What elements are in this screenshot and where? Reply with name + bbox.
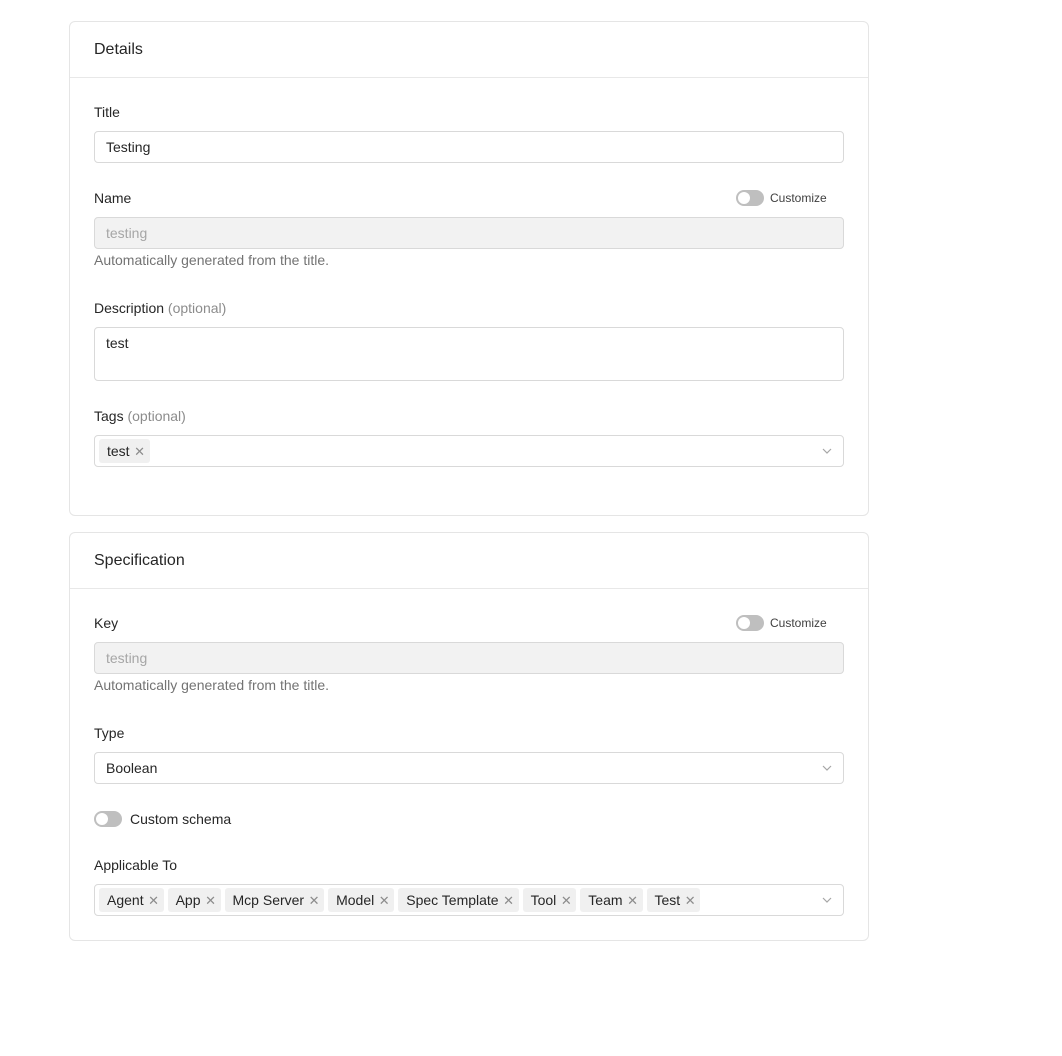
tag-chip-label: Team xyxy=(588,892,623,908)
close-icon[interactable]: ✕ xyxy=(205,894,217,907)
description-textarea[interactable]: test xyxy=(94,327,844,381)
tag-chip: Spec Template ✕ xyxy=(398,888,519,912)
type-select[interactable]: Boolean xyxy=(94,752,844,784)
type-select-value: Boolean xyxy=(106,760,158,776)
applicable-to-label: Applicable To xyxy=(94,857,178,873)
name-help: Automatically generated from the title. xyxy=(94,252,330,268)
tag-chip-label: test xyxy=(107,443,130,459)
tag-chip: Tool ✕ xyxy=(522,888,577,912)
tags-select[interactable]: test ✕ xyxy=(94,435,844,467)
chevron-down-icon[interactable] xyxy=(821,445,833,457)
details-card: Details Title Testing Name Customize tes… xyxy=(69,21,869,516)
name-customize-label: Customize xyxy=(770,191,827,205)
close-icon[interactable]: ✕ xyxy=(560,894,572,907)
specification-card: Specification Key Customize testing Auto… xyxy=(69,532,869,941)
tag-chip: Model ✕ xyxy=(328,888,395,912)
key-help: Automatically generated from the title. xyxy=(94,677,330,693)
title-input[interactable]: Testing xyxy=(94,131,844,163)
custom-schema-switch[interactable] xyxy=(94,811,122,827)
tag-chip: Team ✕ xyxy=(580,888,643,912)
close-icon[interactable]: ✕ xyxy=(627,894,639,907)
specification-title: Specification xyxy=(94,551,185,569)
close-icon[interactable]: ✕ xyxy=(134,445,146,458)
tag-chip-label: Spec Template xyxy=(406,892,499,908)
tag-chip-label: Tool xyxy=(530,892,557,908)
name-input-value: testing xyxy=(106,225,148,241)
name-customize-switch[interactable] xyxy=(736,190,764,206)
close-icon[interactable]: ✕ xyxy=(503,894,515,907)
name-customize-toggle[interactable]: Customize xyxy=(736,190,827,206)
tags-label-text: Tags xyxy=(94,408,124,424)
custom-schema-label: Custom schema xyxy=(130,811,232,827)
description-optional: (optional) xyxy=(167,300,227,316)
type-label: Type xyxy=(94,725,125,741)
description-label-text: Description xyxy=(94,300,165,316)
tags-label: Tags (optional) xyxy=(94,408,186,424)
title-input-value: Testing xyxy=(106,139,151,155)
chevron-down-icon[interactable] xyxy=(821,762,833,774)
key-label: Key xyxy=(94,615,119,631)
tag-chip: Mcp Server ✕ xyxy=(224,888,325,912)
tag-chip: Agent ✕ xyxy=(99,888,164,912)
key-customize-switch[interactable] xyxy=(736,615,764,631)
tag-chip-label: App xyxy=(175,892,201,908)
details-title: Details xyxy=(94,40,143,58)
tag-chip-label: Mcp Server xyxy=(232,892,305,908)
tag-chip: Test ✕ xyxy=(646,888,701,912)
tag-chip-label: Model xyxy=(336,892,375,908)
description-value: test xyxy=(106,335,129,351)
chevron-down-icon[interactable] xyxy=(821,894,833,906)
custom-schema-toggle[interactable]: Custom schema xyxy=(94,811,231,827)
applicable-to-select[interactable]: Agent ✕ App ✕ Mcp Server ✕ Model ✕ Spec Temp… xyxy=(94,884,844,916)
key-input-value: testing xyxy=(106,650,148,666)
tag-chip: App ✕ xyxy=(167,888,221,912)
key-input: testing xyxy=(94,642,844,674)
tag-chip-label: Agent xyxy=(107,892,144,908)
details-header: Details xyxy=(70,22,868,78)
key-customize-toggle[interactable]: Customize xyxy=(736,615,827,631)
close-icon[interactable]: ✕ xyxy=(148,894,160,907)
description-label: Description (optional) xyxy=(94,300,226,316)
close-icon[interactable]: ✕ xyxy=(684,894,696,907)
specification-header: Specification xyxy=(70,533,868,589)
tag-chip: test ✕ xyxy=(99,439,150,463)
close-icon[interactable]: ✕ xyxy=(378,894,390,907)
key-customize-label: Customize xyxy=(770,616,827,630)
title-label: Title xyxy=(94,104,120,120)
name-input: testing xyxy=(94,217,844,249)
tags-optional: (optional) xyxy=(127,408,186,424)
close-icon[interactable]: ✕ xyxy=(308,894,320,907)
name-label: Name xyxy=(94,190,132,206)
tag-chip-label: Test xyxy=(654,892,681,908)
